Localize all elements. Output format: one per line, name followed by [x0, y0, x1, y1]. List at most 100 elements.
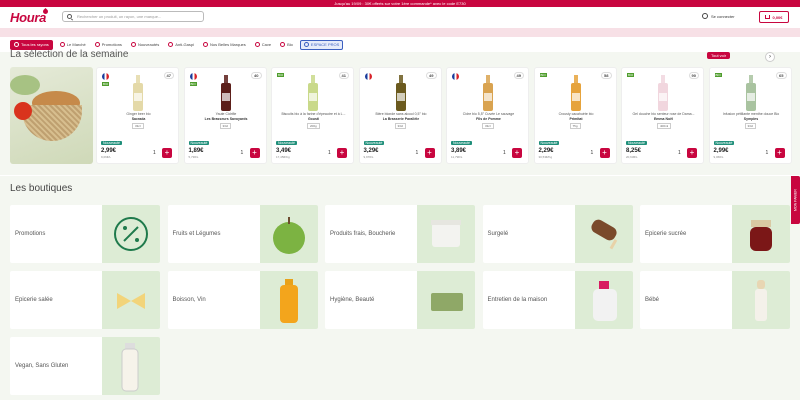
nav-label: ESPACE PROS — [310, 42, 340, 47]
unit-price: 30,53€/Kg — [538, 155, 553, 159]
unit-price: 9,06€/L — [101, 155, 112, 159]
shop-tile[interactable]: Bébé — [640, 271, 790, 329]
product-card[interactable]: BIO 65 Infusion pétillante menthe douce Bi… — [708, 67, 792, 164]
product-name[interactable]: Biscuits bio à la farine d'épeautre et à… — [275, 112, 352, 117]
product-card[interactable]: 49 Bière blonde sans alcool 0,5° bio La Br… — [358, 67, 442, 164]
nav-item[interactable]: Nouveautés — [129, 40, 161, 50]
product-card[interactable]: BIO 90 Gel douche bio senteur rose de Dama… — [621, 67, 704, 164]
promo-banner[interactable]: Jusqu'au 19/09 : 30€ offerts sur votre 1… — [0, 0, 800, 7]
quantity-value[interactable]: 1 — [678, 150, 681, 156]
user-icon — [702, 13, 708, 19]
carousel-next-button[interactable]: › — [765, 52, 775, 62]
product-card[interactable]: 49 Cidre bio 5,5° Cuvée Le sauvage Fils de… — [446, 67, 529, 164]
shop-tile[interactable]: Produits frais, Boucherie — [325, 205, 475, 263]
product-image[interactable] — [567, 75, 585, 111]
add-to-cart-button[interactable]: + — [687, 148, 697, 158]
shop-tile[interactable]: Surgelé — [482, 205, 633, 263]
unit-price: 5,73€/L — [188, 155, 199, 159]
score-badge: 58 — [601, 72, 612, 79]
selection-hero-image — [10, 67, 93, 164]
nav-item[interactable]: Tous les rayons — [10, 39, 53, 50]
see-all-button[interactable]: Tout voir — [707, 52, 731, 59]
product-card[interactable]: BIO 40 Yaute Cidrifie Les Brasseurs Savoyar… — [183, 67, 267, 164]
add-to-cart-button[interactable]: + — [512, 148, 522, 158]
nav-label: Bio — [287, 42, 293, 47]
product-name[interactable]: Cidre bio 5,5° Cuvée Le sauvage — [450, 112, 527, 117]
login-button[interactable]: Se connecter — [702, 13, 735, 19]
nav-icon — [168, 42, 174, 47]
percent-icon — [102, 205, 160, 263]
nav-icon — [94, 42, 100, 47]
product-image[interactable] — [654, 75, 672, 111]
nav-item[interactable]: Bio — [278, 40, 295, 50]
add-to-cart-button[interactable]: + — [774, 148, 785, 158]
nav-icon — [59, 42, 65, 47]
shop-label: Boisson, Vin — [172, 297, 206, 303]
product-image[interactable] — [304, 75, 322, 111]
new-badge: Nouveauté — [538, 141, 560, 145]
new-badge: Nouveauté — [626, 141, 647, 145]
shop-tile[interactable]: Epicerie salée — [10, 271, 160, 329]
tomato-shape — [14, 102, 32, 120]
product-name[interactable]: Infusion pétillante menthe douce Bio — [713, 112, 790, 117]
cart-button[interactable]: 0,00€ — [759, 11, 789, 23]
add-to-cart-button[interactable]: + — [424, 148, 435, 158]
product-card[interactable]: BIO 41 Biscuits bio à la farine d'épeautre… — [271, 67, 354, 164]
login-label: Se connecter — [711, 13, 735, 19]
product-image[interactable] — [129, 75, 147, 111]
shop-tile[interactable]: Vegan, Sans Gluten — [10, 337, 160, 395]
shop-tile[interactable]: Fruits et Légumes — [167, 205, 318, 263]
shop-tile[interactable]: Entretien de la maison — [482, 271, 633, 329]
product-name[interactable]: Ginger beer bio — [100, 112, 177, 117]
nav-item[interactable]: ESPACE PROS — [299, 39, 344, 50]
score-badge: 49 — [426, 72, 437, 79]
shop-label: Epicerie sucrée — [645, 231, 687, 237]
icecream-icon — [574, 205, 633, 263]
shop-label: Vegan, Sans Gluten — [15, 363, 69, 369]
logo[interactable]: Houra — [10, 10, 46, 25]
shop-label: Surgelé — [487, 231, 509, 237]
side-cart-tab[interactable]: MON PANIER — [791, 176, 800, 224]
nav-label: Cave — [261, 42, 272, 47]
nav-item[interactable]: Anti-Gaspi — [166, 40, 196, 50]
product-brand: Symples — [743, 117, 759, 121]
new-badge: Nouveauté — [363, 141, 385, 145]
product-name[interactable]: Crousty cacahuète bio — [538, 112, 615, 117]
product-size: 33cl — [744, 123, 757, 129]
shop-tile[interactable]: Epicerie sucrée — [640, 205, 790, 263]
product-name[interactable]: Yaute Cidrifie — [188, 112, 265, 117]
shop-label: Bébé — [645, 297, 660, 303]
product-card[interactable]: BIO 47 Ginger beer bio Sacrada 33cl Nouveauté… — [96, 67, 179, 164]
shop-tile[interactable]: Hygiène, Beauté — [325, 271, 475, 329]
shop-tile[interactable]: Boisson, Vin — [167, 271, 318, 329]
nav-item[interactable]: Promotions — [93, 40, 124, 50]
add-to-cart-button[interactable]: + — [162, 148, 172, 158]
add-to-cart-button[interactable]: + — [599, 148, 610, 158]
product-image[interactable] — [742, 75, 760, 111]
add-to-cart-button[interactable]: + — [249, 148, 260, 158]
quantity-value[interactable]: 1 — [503, 150, 506, 156]
product-image[interactable] — [217, 75, 235, 111]
product-card[interactable]: BIO 58 Crousty cacahuète bio Primitat 75g Nou… — [533, 67, 617, 164]
product-image[interactable] — [479, 75, 497, 111]
quantity-value[interactable]: 1 — [766, 150, 769, 156]
product-name[interactable]: Bière blonde sans alcool 0,5° bio — [363, 112, 440, 117]
nav-item[interactable]: Le Marché — [58, 40, 88, 50]
product-image[interactable] — [392, 75, 410, 111]
shop-tile[interactable]: Promotions — [10, 205, 160, 263]
quantity-value[interactable]: 1 — [153, 150, 156, 156]
nav-item[interactable]: Cave — [253, 40, 273, 50]
add-to-cart-button[interactable]: + — [337, 148, 347, 158]
quantity-value[interactable]: 1 — [241, 150, 244, 156]
nav-item[interactable]: Nos Belles Marques — [201, 40, 248, 50]
search-input[interactable]: Rechercher un produit, un rayon, une mar… — [62, 11, 204, 22]
shop-label: Entretien de la maison — [487, 297, 548, 303]
product-price: 1,89€ — [188, 148, 204, 154]
quantity-value[interactable]: 1 — [416, 150, 419, 156]
jam-jar-icon — [732, 205, 790, 263]
product-name[interactable]: Gel douche bio senteur rose de Dama... — [625, 112, 702, 117]
leaf-shape — [10, 75, 40, 95]
quantity-value[interactable]: 1 — [328, 150, 331, 156]
score-badge: 41 — [338, 72, 349, 79]
quantity-value[interactable]: 1 — [591, 150, 594, 156]
